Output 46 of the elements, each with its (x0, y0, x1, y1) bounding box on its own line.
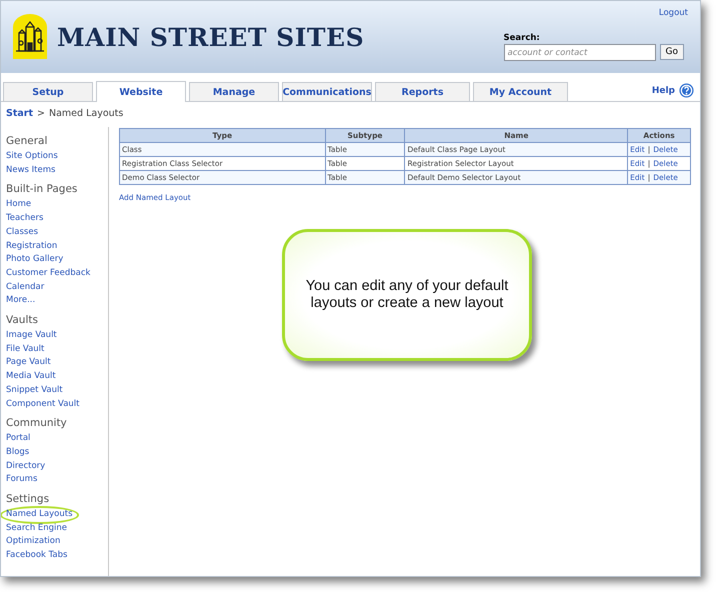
sidebar-link[interactable]: Customer Feedback (6, 266, 90, 281)
nav-tab[interactable]: Website (96, 81, 186, 102)
sidebar-link[interactable]: Photo Gallery (6, 253, 64, 267)
sidebar-heading: Vaults (6, 314, 39, 326)
sidebar-heading: Community (6, 417, 68, 430)
nav-tab[interactable]: Communications (282, 82, 372, 101)
sidebar-link[interactable]: Site Options (6, 150, 58, 164)
nav-tab[interactable]: Setup (3, 82, 93, 101)
site-logo-text: MAIN STREET SITES (57, 22, 366, 52)
sidebar-link[interactable]: Classes (6, 226, 38, 240)
help-link[interactable]: Help (652, 83, 694, 98)
sidebar-link[interactable]: Component Vault (6, 398, 80, 412)
sidebar-link[interactable]: Registration (6, 240, 58, 254)
sidebar-link[interactable]: Page Vault (6, 356, 51, 370)
sidebar-link[interactable]: Facebook Tabs (6, 549, 68, 563)
sidebar-link[interactable]: Snippet Vault (6, 384, 63, 398)
logout-link[interactable]: Logout (658, 8, 688, 18)
go-button[interactable]: Go (660, 44, 684, 60)
sidebar-link[interactable]: Teachers (6, 212, 44, 226)
sidebar-link[interactable]: Media Vault (6, 370, 56, 384)
breadcrumb-link[interactable]: Start (6, 108, 34, 119)
search-field[interactable]: account or contact (504, 44, 656, 61)
sidebar-link[interactable]: Search Engine Optimization (6, 522, 108, 550)
sidebar-heading: Built-in Pages (6, 183, 78, 196)
sidebar-link[interactable]: Image Vault (6, 329, 57, 343)
breadcrumb-separator: > (37, 108, 45, 119)
sidebar-link[interactable]: Portal (6, 432, 30, 446)
sidebar-link[interactable]: More... (6, 294, 36, 308)
sidebar-link[interactable]: News Items (6, 164, 56, 178)
logo-icon (11, 13, 49, 61)
sidebar-link[interactable]: File Vault (6, 342, 44, 356)
sidebar-link[interactable]: Home (6, 198, 32, 212)
sidebar-link[interactable]: Blogs (6, 446, 30, 460)
search-label: Search: (504, 33, 541, 43)
sidebar-heading: Settings (6, 493, 50, 506)
sidebar-link[interactable]: Forums (6, 473, 38, 488)
sidebar-link[interactable]: Calendar (6, 280, 44, 294)
callout-text: You can edit any of your default layouts or create a new layout (304, 278, 510, 312)
nav-tab[interactable]: Manage (189, 82, 279, 101)
nav-tab[interactable]: Reports (375, 82, 470, 101)
sidebar-heading: General (6, 135, 48, 147)
breadcrumb-current: Named Layouts (49, 108, 124, 119)
help-icon (679, 83, 694, 98)
nav-tab[interactable]: My Account (473, 82, 568, 101)
sidebar-link[interactable]: Named Layouts (2, 508, 76, 522)
sidebar-link[interactable]: Directory (6, 460, 46, 474)
